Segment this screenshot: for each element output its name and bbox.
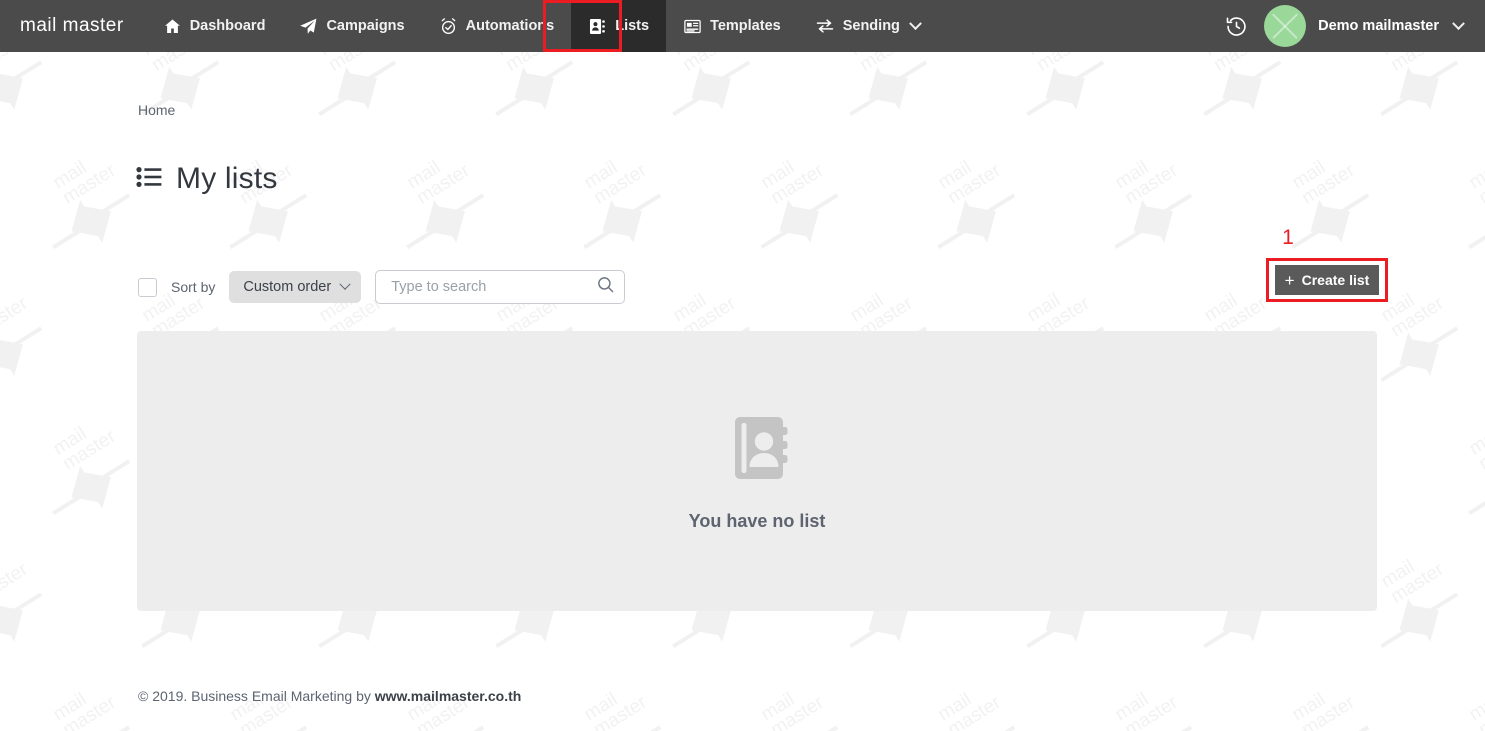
nav-item-templates[interactable]: Templates <box>666 0 798 52</box>
brand-logo[interactable]: mail master <box>0 0 146 52</box>
list-icon <box>136 166 162 193</box>
plus-icon: + <box>1284 270 1295 290</box>
create-list-label: Create list <box>1301 272 1370 288</box>
page-content: Home My lists Sort by Custom order Type … <box>0 52 1485 731</box>
breadcrumb-home[interactable]: Home <box>138 102 175 118</box>
page-title-row: My lists <box>136 162 278 196</box>
address-book-large-icon <box>716 410 798 497</box>
nav-label: Campaigns <box>326 18 405 34</box>
chevron-down-icon[interactable] <box>1452 16 1465 30</box>
sort-order-dropdown[interactable]: Custom order <box>229 271 362 303</box>
nav-item-lists[interactable]: Lists <box>571 0 667 52</box>
transfer-icon <box>815 16 835 36</box>
nav-item-campaigns[interactable]: Campaigns <box>282 0 421 52</box>
create-list-wrap: + Create list <box>1266 258 1388 302</box>
alarm-clock-icon <box>439 17 458 36</box>
nav-label: Automations <box>465 18 555 34</box>
footer: © 2019. Business Email Marketing by www.… <box>138 688 521 704</box>
template-icon <box>683 17 702 36</box>
chevron-down-icon <box>909 16 922 30</box>
page-title: My lists <box>176 162 278 195</box>
chevron-down-icon <box>339 278 351 290</box>
nav-label: Sending <box>842 18 900 34</box>
nav-items: Dashboard Campaigns Automations Lists Te… <box>146 0 937 52</box>
user-name[interactable]: Demo mailmaster <box>1318 18 1439 34</box>
nav-item-dashboard[interactable]: Dashboard <box>146 0 283 52</box>
nav-item-sending[interactable]: Sending <box>798 0 937 52</box>
nav-label: Templates <box>710 18 781 34</box>
select-all-checkbox[interactable] <box>138 277 157 297</box>
brand-label: mail master <box>20 15 124 36</box>
home-icon <box>163 17 182 36</box>
avatar[interactable] <box>1264 5 1307 47</box>
list-toolbar: Sort by Custom order <box>138 270 626 304</box>
navbar-right: Demo mailmaster <box>1221 0 1485 52</box>
nav-item-automations[interactable]: Automations <box>422 0 572 52</box>
address-book-icon <box>588 17 607 36</box>
top-navbar: mail master Dashboard Campaigns Automati… <box>0 0 1485 52</box>
create-list-button[interactable]: + Create list <box>1275 265 1379 295</box>
search-icon[interactable] <box>596 275 615 299</box>
footer-site-link[interactable]: www.mailmaster.co.th <box>375 688 522 704</box>
nav-label: Lists <box>615 18 650 34</box>
search-input[interactable] <box>389 278 597 296</box>
empty-state-panel: You have no list <box>137 331 1377 611</box>
footer-copyright: © 2019. Business Email Marketing by <box>138 688 375 704</box>
sort-order-value: Custom order <box>243 279 332 295</box>
annotation-step-number: 1 <box>1282 226 1294 249</box>
sort-by-label: Sort by <box>171 279 216 295</box>
paper-plane-icon <box>299 17 318 36</box>
breadcrumb[interactable]: Home <box>138 102 175 118</box>
search-box[interactable] <box>375 270 626 304</box>
empty-state-message: You have no list <box>688 511 826 531</box>
nav-label: Dashboard <box>189 18 266 34</box>
history-icon[interactable] <box>1221 11 1252 42</box>
